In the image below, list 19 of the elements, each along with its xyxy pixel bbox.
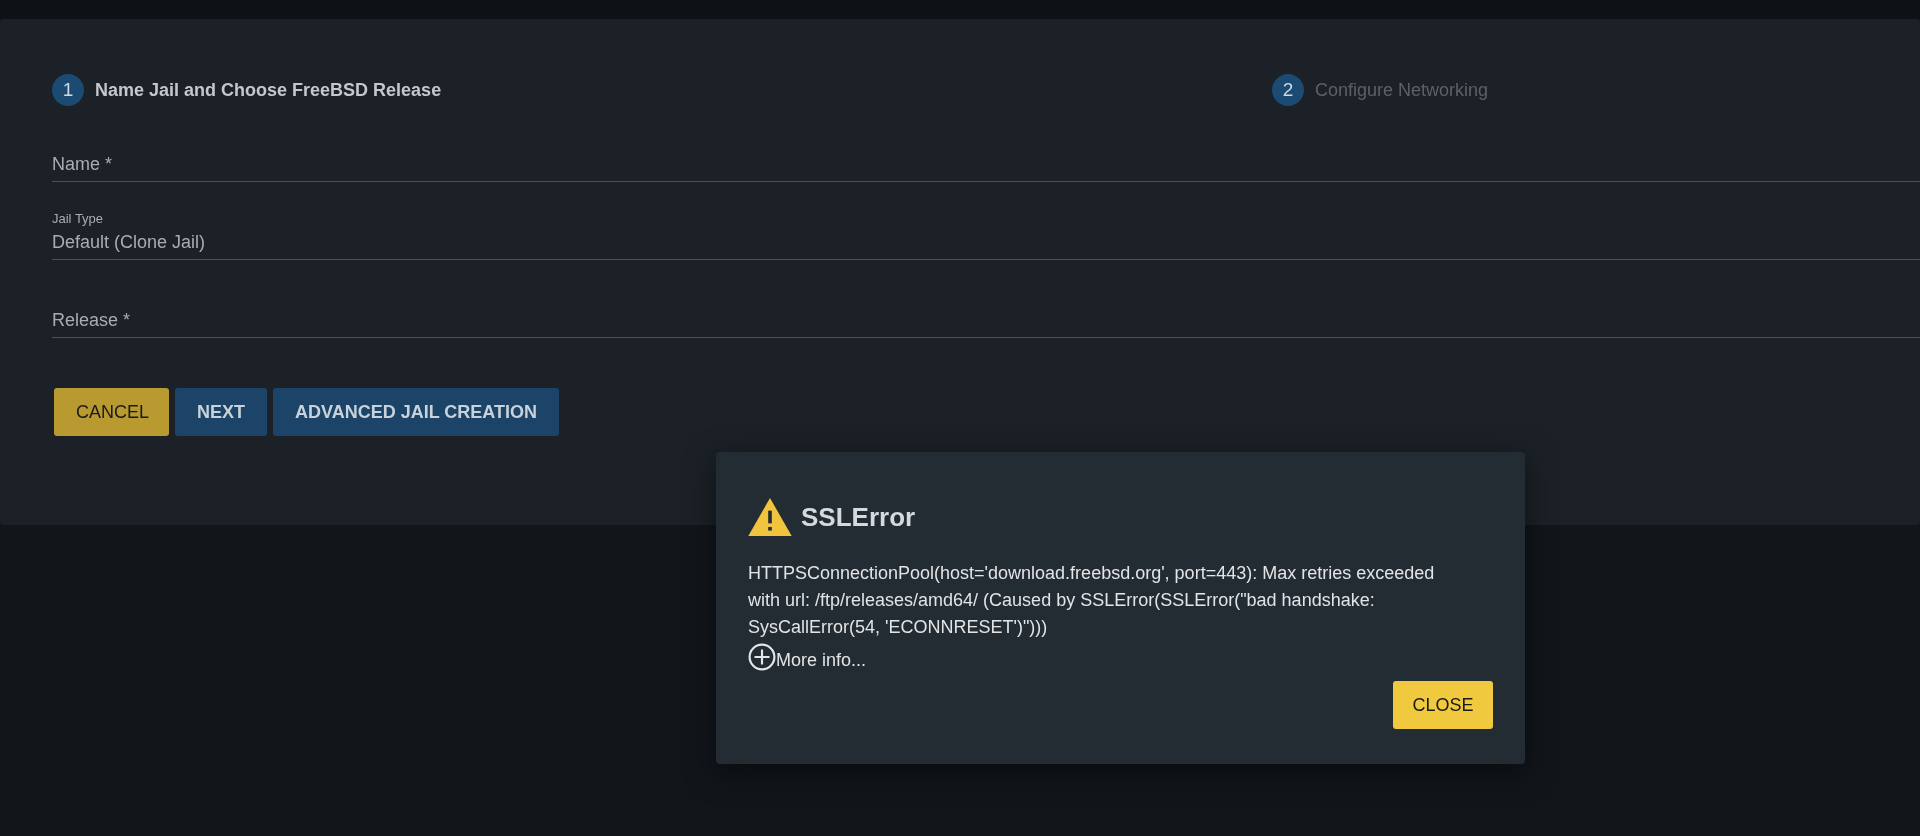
field-value: Default (Clone Jail) xyxy=(52,232,207,253)
dialog-title: SSLError xyxy=(801,501,916,533)
error-message: HTTPSConnectionPool(host='download.freebsd.org', port=443): Max retries exceeded with url: /ftp/releases/amd64/ (Caused by SSLError(SSLError("bad handshake: SysCallError(54, 'ECONNRESET')"))) xyxy=(748,562,1436,639)
field-label: Release * xyxy=(52,310,132,331)
more-info-link[interactable]: More info... xyxy=(776,650,867,671)
form-field[interactable]: Jail Type Default (Clone Jail) xyxy=(52,214,1920,260)
step-number: 2 xyxy=(1272,74,1304,106)
step-number: 1 xyxy=(52,74,84,106)
form-field[interactable]: Name * xyxy=(52,138,1920,182)
form-button[interactable]: CANCEL xyxy=(54,388,169,436)
close-button[interactable]: CLOSE xyxy=(1393,681,1493,729)
form-field[interactable]: Release * xyxy=(52,292,1920,338)
step-label[interactable]: Name Jail and Choose FreeBSD Release xyxy=(95,79,442,101)
field-label: Name * xyxy=(52,154,114,175)
form-button[interactable]: ADVANCED JAIL CREATION xyxy=(273,388,560,436)
warning-icon xyxy=(748,498,792,536)
form-button[interactable]: NEXT xyxy=(175,388,267,436)
field-label: Jail Type xyxy=(52,211,105,226)
plus-circle-icon[interactable] xyxy=(748,643,776,671)
